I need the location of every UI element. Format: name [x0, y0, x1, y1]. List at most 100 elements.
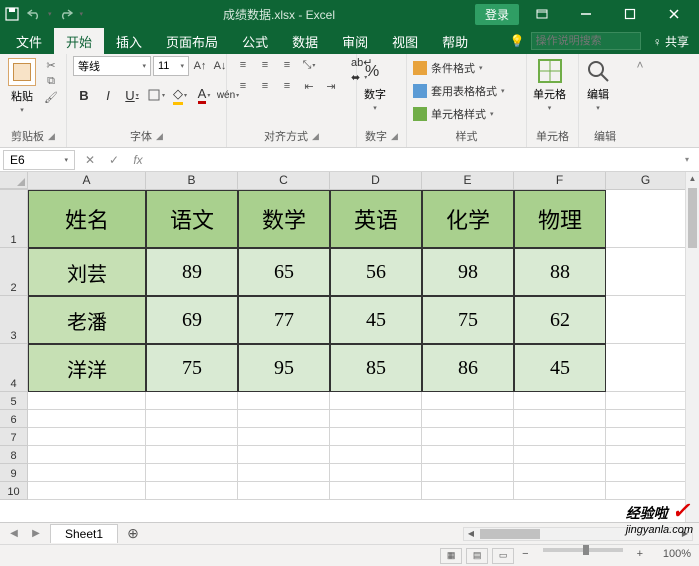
cell-G2[interactable]	[606, 248, 686, 296]
tab-layout[interactable]: 页面布局	[154, 28, 230, 55]
orientation-icon[interactable]: ⤡	[299, 56, 319, 74]
align-top-icon[interactable]: ≡	[233, 56, 253, 74]
cell-G6[interactable]	[606, 410, 686, 428]
cell-C9[interactable]	[238, 464, 330, 482]
share-button[interactable]: ♀ 共享	[647, 33, 695, 50]
cell-F1[interactable]: 物理	[514, 190, 606, 248]
fill-color-button[interactable]: ◇	[169, 84, 191, 106]
cell-G7[interactable]	[606, 428, 686, 446]
cell-A6[interactable]	[28, 410, 146, 428]
enter-formula-icon[interactable]: ✓	[102, 150, 126, 170]
zoom-in-icon[interactable]: +	[633, 548, 647, 564]
tab-nav-prev-icon[interactable]: ◀	[6, 526, 22, 542]
collapse-ribbon-icon[interactable]: ˄	[631, 54, 649, 147]
cell-E4[interactable]: 86	[422, 344, 514, 392]
tab-data[interactable]: 数据	[280, 28, 330, 55]
name-box[interactable]: E6▾	[3, 150, 75, 170]
cell-C6[interactable]	[238, 410, 330, 428]
cell-B4[interactable]: 75	[146, 344, 238, 392]
scroll-thumb-v[interactable]	[688, 188, 697, 248]
cell-G4[interactable]	[606, 344, 686, 392]
cell-A1[interactable]: 姓名	[28, 190, 146, 248]
col-header-G[interactable]: G	[606, 172, 686, 189]
select-all-corner[interactable]	[0, 172, 28, 189]
tab-file[interactable]: 文件	[4, 28, 54, 55]
conditional-format-button[interactable]: 条件格式 ▾	[413, 60, 483, 76]
add-sheet-button[interactable]: ⊕	[124, 525, 142, 543]
cell-C3[interactable]: 77	[238, 296, 330, 344]
zoom-value[interactable]: 100%	[651, 548, 691, 564]
tab-insert[interactable]: 插入	[104, 28, 154, 55]
align-middle-icon[interactable]: ≡	[255, 56, 275, 74]
cell-B5[interactable]	[146, 392, 238, 410]
cell-B10[interactable]	[146, 482, 238, 500]
row-header-4[interactable]: 4	[0, 344, 28, 392]
cell-D4[interactable]: 85	[330, 344, 422, 392]
font-launcher-icon[interactable]: ◢	[156, 131, 163, 142]
cell-F8[interactable]	[514, 446, 606, 464]
row-header-9[interactable]: 9	[0, 464, 28, 482]
number-format-button[interactable]: % 数字 ▾	[363, 56, 387, 112]
format-table-button[interactable]: 套用表格格式 ▾	[413, 83, 505, 99]
cell-B7[interactable]	[146, 428, 238, 446]
tell-me-input[interactable]	[531, 32, 641, 50]
cell-G5[interactable]	[606, 392, 686, 410]
phonetic-button[interactable]: wén	[217, 84, 239, 106]
border-button[interactable]	[145, 84, 167, 106]
cell-F4[interactable]: 45	[514, 344, 606, 392]
row-header-5[interactable]: 5	[0, 392, 28, 410]
font-size-select[interactable]: 11▾	[153, 56, 189, 76]
cell-B1[interactable]: 语文	[146, 190, 238, 248]
undo-icon[interactable]	[26, 6, 42, 22]
zoom-slider[interactable]	[543, 548, 623, 552]
cell-C10[interactable]	[238, 482, 330, 500]
scroll-up-icon[interactable]: ▲	[686, 172, 699, 186]
cell-C4[interactable]: 95	[238, 344, 330, 392]
row-header-6[interactable]: 6	[0, 410, 28, 428]
cell-E2[interactable]: 98	[422, 248, 514, 296]
row-header-2[interactable]: 2	[0, 248, 28, 296]
cell-F3[interactable]: 62	[514, 296, 606, 344]
cell-A3[interactable]: 老潘	[28, 296, 146, 344]
tab-home[interactable]: 开始	[54, 28, 104, 55]
cell-A10[interactable]	[28, 482, 146, 500]
tab-review[interactable]: 审阅	[330, 28, 380, 55]
cell-D8[interactable]	[330, 446, 422, 464]
login-button[interactable]: 登录	[475, 4, 519, 25]
cell-D3[interactable]: 45	[330, 296, 422, 344]
cell-F2[interactable]: 88	[514, 248, 606, 296]
copy-icon[interactable]: ⧉	[42, 74, 60, 88]
align-center-icon[interactable]: ≡	[255, 77, 275, 95]
cell-G3[interactable]	[606, 296, 686, 344]
normal-view-icon[interactable]: ▦	[440, 548, 462, 564]
save-icon[interactable]	[4, 6, 20, 22]
cell-C7[interactable]	[238, 428, 330, 446]
col-header-D[interactable]: D	[330, 172, 422, 189]
align-bottom-icon[interactable]: ≡	[277, 56, 297, 74]
page-layout-view-icon[interactable]: ▤	[466, 548, 488, 564]
underline-button[interactable]: U	[121, 84, 143, 106]
cell-G9[interactable]	[606, 464, 686, 482]
row-header-7[interactable]: 7	[0, 428, 28, 446]
col-header-F[interactable]: F	[514, 172, 606, 189]
col-header-B[interactable]: B	[146, 172, 238, 189]
cell-D10[interactable]	[330, 482, 422, 500]
cell-B2[interactable]: 89	[146, 248, 238, 296]
cell-D1[interactable]: 英语	[330, 190, 422, 248]
cell-C5[interactable]	[238, 392, 330, 410]
scroll-left-icon[interactable]: ◀	[464, 529, 478, 538]
cell-F10[interactable]	[514, 482, 606, 500]
cell-A5[interactable]	[28, 392, 146, 410]
cell-G8[interactable]	[606, 446, 686, 464]
tab-nav-next-icon[interactable]: ▶	[28, 526, 44, 542]
cell-E10[interactable]	[422, 482, 514, 500]
cell-B9[interactable]	[146, 464, 238, 482]
cell-D2[interactable]: 56	[330, 248, 422, 296]
cell-A4[interactable]: 洋洋	[28, 344, 146, 392]
cell-styles-button[interactable]: 单元格样式 ▾	[413, 106, 494, 122]
tab-help[interactable]: 帮助	[430, 28, 480, 55]
number-launcher-icon[interactable]: ◢	[391, 131, 398, 142]
cell-E8[interactable]	[422, 446, 514, 464]
italic-button[interactable]: I	[97, 84, 119, 106]
tab-formulas[interactable]: 公式	[230, 28, 280, 55]
